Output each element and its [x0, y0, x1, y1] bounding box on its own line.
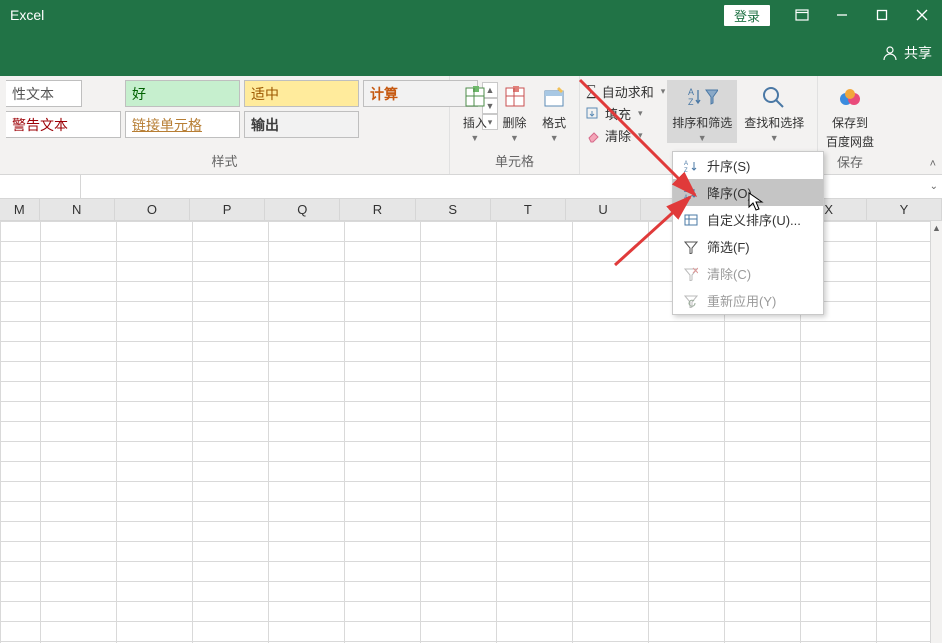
- autosum-button[interactable]: ∑ 自动求和 ▾: [586, 82, 665, 101]
- custom-sort-icon: [683, 212, 699, 228]
- minimize-button[interactable]: [822, 0, 862, 30]
- reapply-icon: [683, 293, 699, 309]
- insert-button[interactable]: 插入 ▼: [456, 80, 494, 143]
- sort-desc-icon: ZA: [683, 185, 699, 201]
- title-bar: Excel 登录: [0, 0, 942, 30]
- column-header[interactable]: M: [0, 199, 40, 220]
- fill-down-icon: [586, 107, 600, 121]
- close-button[interactable]: [902, 0, 942, 30]
- share-button[interactable]: 共享: [882, 43, 932, 63]
- baidu-cloud-icon: [834, 82, 866, 112]
- svg-text:Z: Z: [688, 97, 694, 107]
- column-header[interactable]: T: [491, 199, 566, 220]
- group-label-styles: 样式: [0, 149, 449, 174]
- style-cell[interactable]: 输出: [244, 111, 359, 138]
- group-label-cells: 单元格: [450, 149, 579, 174]
- sort-descending-item[interactable]: ZA 降序(O): [673, 179, 823, 206]
- magnifier-icon: [758, 82, 790, 112]
- expand-formula-bar[interactable]: ⌄: [930, 181, 938, 192]
- delete-button[interactable]: 删除 ▼: [496, 80, 534, 143]
- sort-filter-button[interactable]: A Z 排序和筛选 ▼: [667, 80, 737, 143]
- ribbon-display-options-button[interactable]: [782, 0, 822, 30]
- svg-text:Z: Z: [684, 188, 688, 194]
- maximize-button[interactable]: [862, 0, 902, 30]
- filter-item[interactable]: 筛选(F): [673, 233, 823, 260]
- clear-button[interactable]: 清除 ▾: [586, 126, 665, 145]
- sort-filter-menu: AZ 升序(S) ZA 降序(O) 自定义排序(U)... 筛选(F) 清除(C…: [672, 151, 824, 315]
- funnel-clear-icon: [683, 266, 699, 282]
- find-select-button[interactable]: 查找和选择 ▼: [739, 80, 809, 143]
- funnel-icon: [683, 239, 699, 255]
- person-icon: [882, 45, 898, 61]
- insert-cells-icon: [459, 82, 491, 112]
- chevron-down-icon: ▾: [661, 86, 666, 97]
- style-cell[interactable]: 警告文本: [6, 111, 121, 138]
- column-header[interactable]: U: [566, 199, 641, 220]
- chevron-down-icon: ▼: [550, 133, 559, 143]
- svg-text:A: A: [684, 161, 688, 167]
- format-button[interactable]: 格式 ▼: [535, 80, 573, 143]
- style-cell[interactable]: 适中: [244, 80, 359, 107]
- column-header[interactable]: Q: [265, 199, 340, 220]
- sigma-icon: ∑: [586, 83, 597, 100]
- style-cell[interactable]: 链接单元格: [125, 111, 240, 138]
- fill-button[interactable]: 填充 ▾: [586, 104, 665, 123]
- style-cell[interactable]: 好: [125, 80, 240, 107]
- app-name: Excel: [0, 7, 44, 23]
- chevron-down-icon: ▾: [638, 130, 643, 141]
- group-label-save: 保存: [818, 150, 882, 175]
- save-baidu-button[interactable]: 保存到 百度网盘: [824, 80, 876, 150]
- collapse-ribbon-button[interactable]: ˄: [930, 158, 936, 170]
- login-button[interactable]: 登录: [724, 5, 770, 26]
- column-header[interactable]: O: [115, 199, 190, 220]
- reapply-item: 重新应用(Y): [673, 287, 823, 314]
- column-header[interactable]: N: [40, 199, 115, 220]
- column-header[interactable]: P: [190, 199, 265, 220]
- scroll-up-button[interactable]: ▲: [931, 221, 942, 235]
- sort-asc-icon: AZ: [683, 158, 699, 174]
- column-header[interactable]: Y: [867, 199, 942, 220]
- chevron-down-icon: ▼: [770, 133, 779, 143]
- share-label: 共享: [904, 43, 932, 63]
- svg-text:A: A: [684, 195, 688, 200]
- chevron-down-icon: ▼: [698, 133, 707, 143]
- name-box[interactable]: [0, 175, 80, 198]
- sort-filter-icon: A Z: [686, 82, 718, 112]
- chevron-down-icon: ▼: [510, 133, 519, 143]
- sort-ascending-item[interactable]: AZ 升序(S): [673, 152, 823, 179]
- format-cells-icon: [538, 82, 570, 112]
- chevron-down-icon: ▾: [638, 108, 643, 119]
- eraser-icon: [586, 129, 600, 143]
- delete-cells-icon: [499, 82, 531, 112]
- chevron-down-icon: ▼: [470, 133, 479, 143]
- style-cell[interactable]: 性文本: [6, 80, 82, 107]
- svg-text:Z: Z: [684, 168, 688, 173]
- share-bar: 共享: [0, 30, 942, 76]
- custom-sort-item[interactable]: 自定义排序(U)...: [673, 206, 823, 233]
- vertical-scrollbar[interactable]: ▲: [930, 221, 942, 643]
- column-header[interactable]: R: [340, 199, 415, 220]
- column-header[interactable]: S: [416, 199, 491, 220]
- svg-text:A: A: [688, 87, 694, 97]
- clear-filter-item: 清除(C): [673, 260, 823, 287]
